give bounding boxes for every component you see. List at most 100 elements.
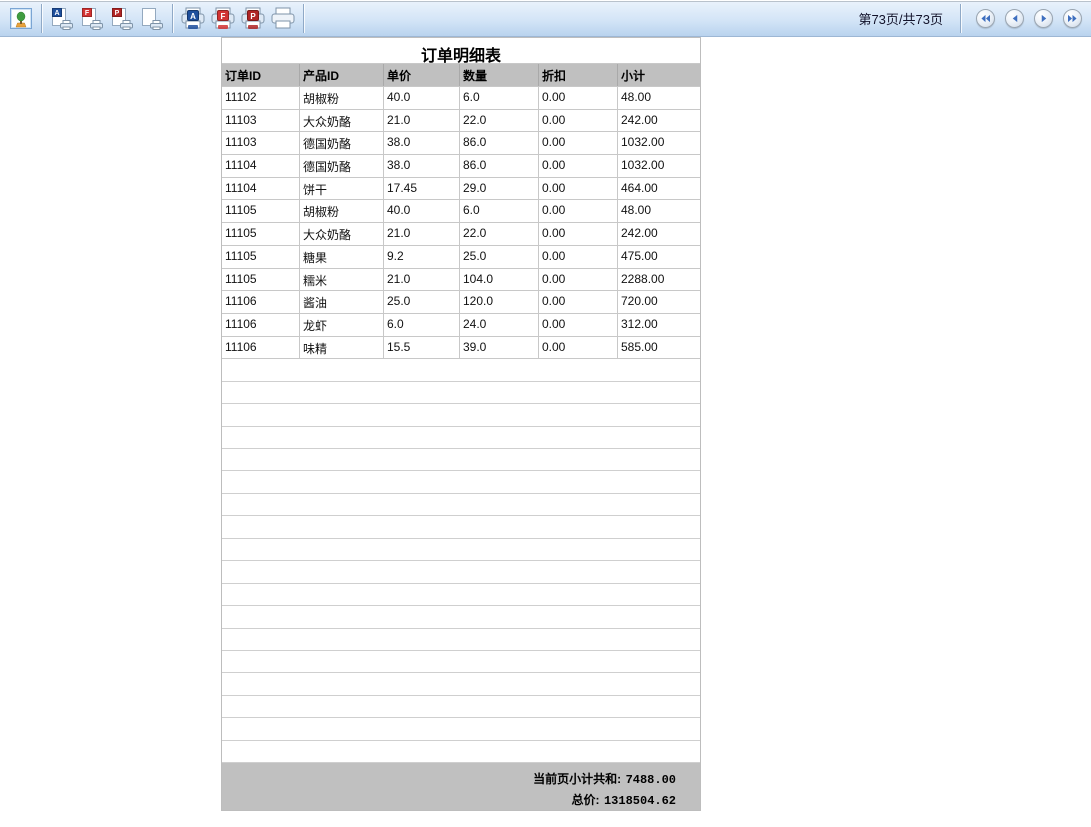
- table-cell: 40.0: [384, 87, 460, 109]
- table-cell: 242.00: [621, 226, 658, 241]
- table-cell: 0.00: [539, 109, 618, 132]
- empty-row: [222, 561, 700, 584]
- print-preview-flash-button[interactable]: F: [77, 3, 107, 33]
- table-cell: 0.00: [539, 87, 618, 109]
- table-cell: 0.00: [539, 291, 618, 313]
- last-page-button[interactable]: [1063, 8, 1082, 28]
- logo-button[interactable]: [6, 3, 36, 33]
- table-cell: 0.00: [539, 336, 618, 359]
- print-preview-applet-button[interactable]: A: [47, 3, 77, 33]
- next-page-button[interactable]: [1034, 8, 1053, 28]
- image-icon: [10, 7, 32, 29]
- table-cell: 9.2: [384, 245, 460, 268]
- print-plain-button[interactable]: [268, 3, 298, 33]
- page-print-icon: [141, 7, 163, 30]
- table-cell: 48.00: [621, 90, 652, 104]
- table-cell: 11105: [222, 245, 300, 268]
- table-cell: 25.0: [460, 245, 539, 268]
- toolbar: A F P A F P 第73页/共73页: [0, 0, 1091, 37]
- table-cell: 6.0: [460, 87, 539, 109]
- printer-p-icon: P: [240, 7, 266, 30]
- table-cell: 11103: [222, 132, 300, 155]
- table-cell: 48.00: [621, 203, 652, 218]
- empty-row: [222, 584, 700, 607]
- toolbar-right-group: 第73页/共73页: [858, 3, 1091, 33]
- report-title: 订单明细表: [222, 38, 700, 65]
- print-flash-button[interactable]: F: [208, 3, 238, 33]
- table-cell: 饼干: [300, 177, 384, 200]
- table-cell: 0.00: [539, 268, 618, 291]
- table-cell: 0.00: [539, 177, 618, 200]
- empty-row: [222, 606, 700, 629]
- column-header: 数量: [460, 64, 539, 86]
- table-cell: 29.0: [460, 177, 539, 200]
- table-cell: 11104: [222, 155, 300, 177]
- header-row: 订单ID 产品ID 单价 数量 折扣 小计: [222, 64, 700, 87]
- table-cell: 龙虾: [300, 313, 384, 336]
- toolbar-left-group: A F P A F P: [0, 3, 309, 33]
- table-row: 11104 饼干 17.45 29.0 0.00 464.00: [222, 177, 700, 201]
- table-cell: 242.00: [621, 112, 658, 127]
- printer-icon: [270, 7, 296, 30]
- page-indicator: 第73页/共73页: [858, 11, 943, 27]
- column-header: 折扣: [539, 64, 618, 86]
- previous-page-button[interactable]: [1005, 8, 1024, 28]
- empty-row: [222, 696, 700, 719]
- print-preview-pdf-button[interactable]: P: [107, 3, 137, 33]
- table-cell: 720.00: [621, 294, 658, 309]
- table-row: 11104 德国奶酪 38.0 86.0 0.00 1032.00: [222, 155, 700, 178]
- table-row: 11102 胡椒粉 40.0 6.0 0.00 48.00: [222, 87, 700, 110]
- table-cell: 11106: [222, 291, 300, 313]
- double-arrow-right-icon: [1068, 14, 1077, 22]
- column-header: 订单ID: [222, 64, 300, 86]
- page-print-p-icon: P: [111, 7, 133, 30]
- arrow-right-icon: [1041, 14, 1046, 22]
- table-cell: 38.0: [384, 132, 460, 155]
- column-header: 产品ID: [300, 64, 384, 86]
- print-applet-button[interactable]: A: [178, 3, 208, 33]
- column-header: 小计: [621, 69, 646, 83]
- table-cell: 糯米: [300, 268, 384, 291]
- print-pdf-button[interactable]: P: [238, 3, 268, 33]
- toolbar-separator: [172, 3, 173, 33]
- table-cell: 大众奶酪: [300, 109, 384, 132]
- empty-row: [222, 741, 700, 764]
- table-row: 11105 胡椒粉 40.0 6.0 0.00 48.00: [222, 200, 700, 224]
- table-cell: 21.0: [384, 109, 460, 132]
- table-cell: 475.00: [621, 248, 658, 263]
- table-cell: 11105: [222, 268, 300, 291]
- table-cell: 11103: [222, 109, 300, 132]
- table-cell: 104.0: [460, 268, 539, 291]
- empty-row: [222, 629, 700, 651]
- first-page-button[interactable]: [976, 8, 995, 28]
- table-cell: 11105: [222, 223, 300, 245]
- table-cell: 40.0: [384, 200, 460, 223]
- table-cell: 胡椒粉: [300, 200, 384, 223]
- empty-row: [222, 516, 700, 539]
- total-value: 1318504.62: [603, 794, 676, 809]
- table-cell: 0.00: [539, 155, 618, 177]
- table-cell: 0.00: [539, 223, 618, 245]
- table-cell: 464.00: [621, 180, 658, 195]
- empty-row: [222, 359, 700, 382]
- empty-row: [222, 673, 700, 696]
- table-row: 11106 酱油 25.0 120.0 0.00 720.00: [222, 291, 700, 314]
- empty-row: [222, 539, 700, 562]
- total-label: 总价:: [571, 793, 600, 808]
- table-cell: 11104: [222, 177, 300, 200]
- table-cell: 6.0: [460, 200, 539, 223]
- subtotal-line: 当前页小计共和: 7488.00: [222, 768, 676, 789]
- table-cell: 21.0: [384, 268, 460, 291]
- table-cell: 39.0: [460, 336, 539, 359]
- table-row: 11106 龙虾 6.0 24.0 0.00 312.00: [222, 313, 700, 337]
- table-cell: 15.5: [384, 336, 460, 359]
- total-line: 总价: 1318504.62: [222, 789, 676, 810]
- printer-a-icon: A: [180, 7, 206, 30]
- double-arrow-left-icon: [981, 14, 990, 22]
- empty-row: [222, 382, 700, 405]
- table-cell: 11105: [222, 200, 300, 223]
- table-cell: 312.00: [621, 316, 658, 331]
- print-preview-plain-button[interactable]: [137, 3, 167, 33]
- table-cell: 86.0: [460, 132, 539, 155]
- table-cell: 酱油: [300, 291, 384, 313]
